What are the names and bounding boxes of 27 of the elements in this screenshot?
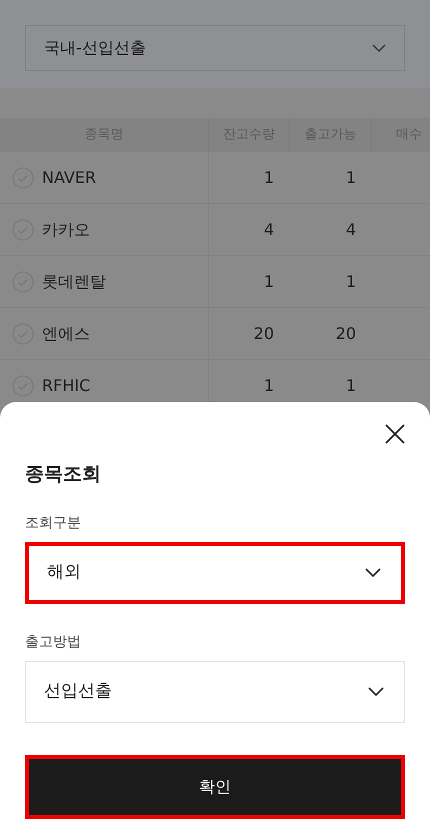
quantity-cell: 4 — [264, 220, 274, 238]
quantity-cell: 1 — [264, 272, 274, 290]
stock-name: NAVER — [42, 166, 96, 188]
quantity-cell: 1 — [346, 272, 356, 290]
quantity-cell: 20 — [254, 324, 274, 342]
close-icon[interactable] — [385, 424, 405, 444]
chevron-down-icon — [365, 568, 381, 577]
select-field[interactable]: 해외 — [25, 542, 405, 604]
field-label: 출고방법 — [25, 632, 82, 652]
quantity-cell: 20 — [336, 324, 356, 342]
chevron-down-icon — [368, 687, 384, 696]
select-field[interactable]: 선입선출 — [25, 660, 405, 722]
stock-name: RFHIC — [42, 374, 90, 396]
quantity-cell: 1 — [346, 376, 356, 394]
stock-name: 엔에스 — [42, 322, 90, 344]
quantity-cell: 4 — [346, 220, 356, 238]
confirm-button[interactable]: 확인 — [25, 754, 405, 818]
filter-select[interactable]: 국내-선입선출 — [25, 25, 405, 71]
field-label: 조회구분 — [25, 514, 82, 532]
quantity-cell: 1 — [264, 168, 274, 186]
sheet-title: 종목조회 — [25, 462, 102, 487]
quantity-cell: 1 — [346, 168, 356, 186]
chevron-down-icon — [372, 44, 386, 52]
stock-name: 카카오 — [42, 218, 90, 240]
quantity-cell: 1 — [264, 376, 274, 394]
filter-value: 국내-선입선출 — [44, 37, 146, 59]
stock-name: 롯데렌탈 — [42, 270, 106, 292]
